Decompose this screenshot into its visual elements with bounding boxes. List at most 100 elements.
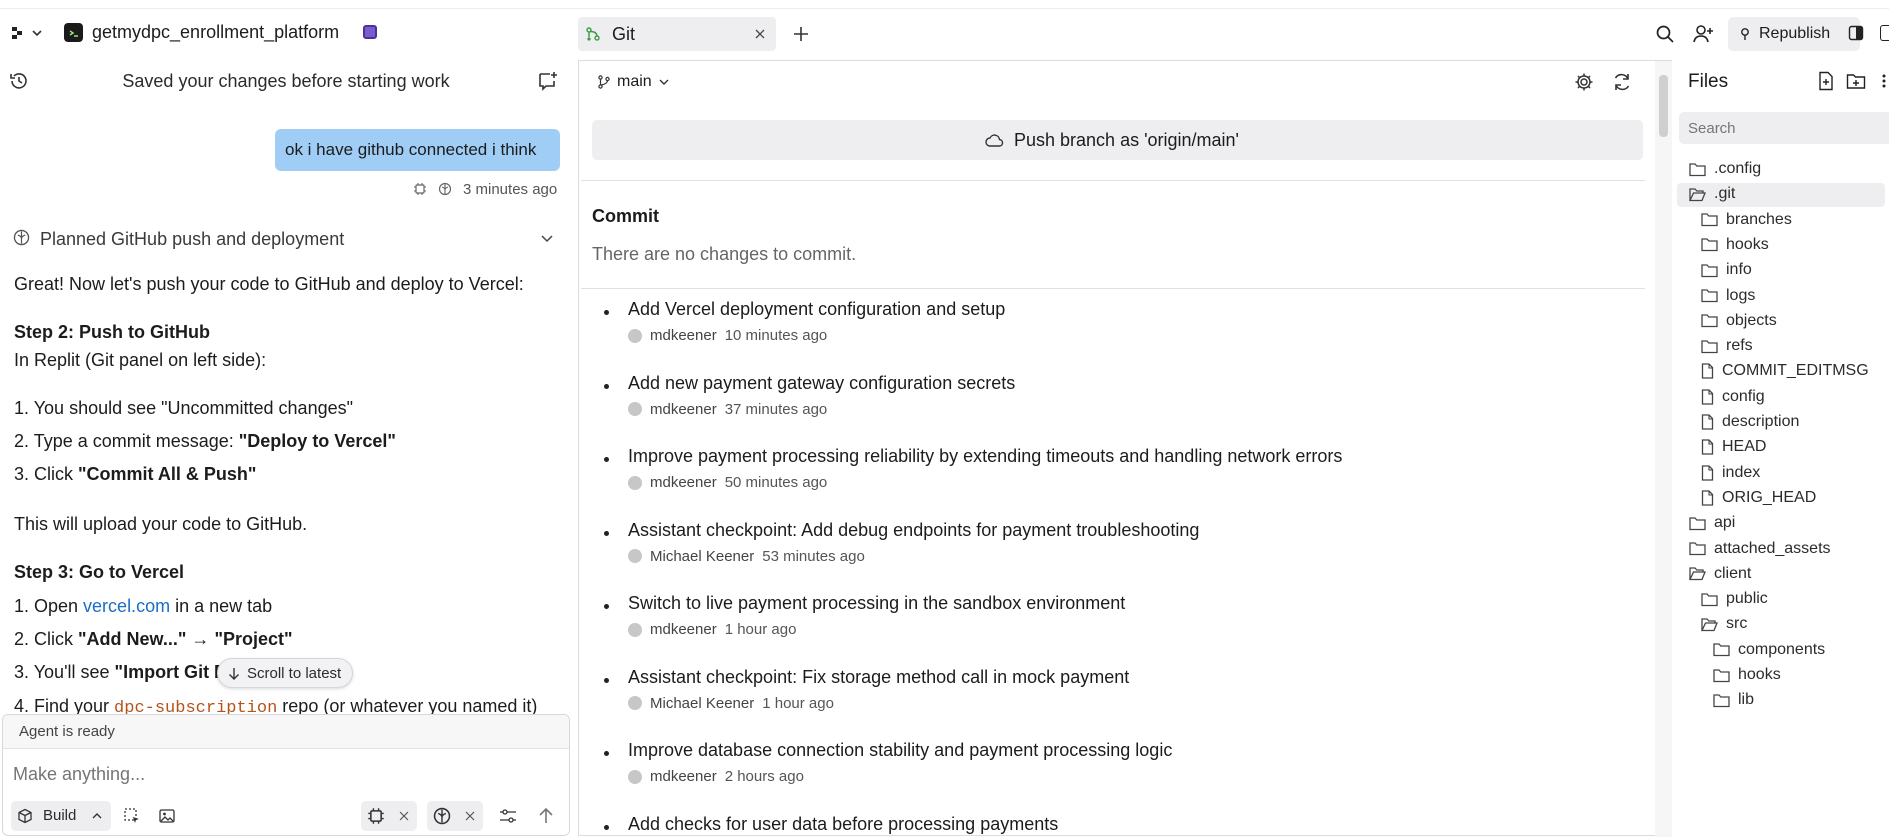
republish-button[interactable]: Republish bbox=[1728, 17, 1860, 51]
commit-title[interactable]: Add Vercel deployment configuration and … bbox=[628, 299, 1005, 320]
push-branch-button[interactable]: Push branch as 'origin/main' bbox=[592, 120, 1643, 160]
republish-label: Republish bbox=[1759, 25, 1831, 42]
branch-name: main bbox=[617, 73, 652, 90]
folder-open-icon bbox=[1689, 187, 1706, 202]
file-tree-item[interactable]: description bbox=[1701, 413, 1799, 431]
file-tree-item[interactable]: info bbox=[1701, 261, 1752, 279]
tab-git-label: Git bbox=[612, 24, 636, 44]
commit-title[interactable]: Add new payment gateway configuration se… bbox=[628, 373, 1015, 394]
step3-item-2: 2. Click "Add New..." → "Project" bbox=[14, 629, 293, 650]
gear-icon[interactable] bbox=[1572, 70, 1596, 94]
chip-model[interactable] bbox=[361, 801, 417, 831]
file-tree-item[interactable]: .config bbox=[1689, 160, 1761, 178]
step3-item-1-text: 1. Open bbox=[14, 596, 84, 616]
file-tree-item[interactable]: api bbox=[1689, 514, 1735, 532]
chevron-down-icon[interactable] bbox=[538, 232, 556, 246]
avatar bbox=[628, 402, 642, 416]
folder-open-icon bbox=[1701, 617, 1718, 632]
chat-input[interactable] bbox=[13, 759, 553, 789]
folder-icon bbox=[1701, 263, 1718, 278]
folder-icon bbox=[1701, 339, 1718, 354]
file-tree-item[interactable]: attached_assets bbox=[1689, 540, 1831, 558]
plan-title[interactable]: Planned GitHub push and deployment bbox=[40, 229, 344, 250]
scrollbar-track[interactable] bbox=[1655, 61, 1672, 837]
file-tree-item[interactable]: branches bbox=[1701, 211, 1792, 229]
step2-subtitle: In Replit (Git panel on left side): bbox=[14, 350, 267, 370]
close-tab-icon[interactable] bbox=[752, 26, 768, 42]
folder-icon bbox=[1701, 212, 1718, 227]
file-tree-item[interactable]: ORIG_HEAD bbox=[1701, 489, 1816, 507]
file-icon bbox=[1701, 490, 1714, 506]
file-tree-item[interactable]: index bbox=[1701, 464, 1760, 482]
branch-selector[interactable]: main bbox=[597, 71, 670, 93]
commit-title[interactable]: Assistant checkpoint: Add debug endpoint… bbox=[628, 520, 1199, 541]
file-tree-item[interactable]: refs bbox=[1701, 337, 1753, 355]
replit-menu-icon[interactable] bbox=[10, 23, 44, 43]
refresh-icon[interactable] bbox=[1610, 70, 1634, 94]
commit-meta: mdkeener 37 minutes ago bbox=[628, 401, 827, 418]
file-tree-item[interactable]: logs bbox=[1701, 287, 1755, 305]
scroll-to-latest-button[interactable]: Scroll to latest bbox=[217, 658, 353, 688]
file-tree-item[interactable]: .git bbox=[1689, 185, 1735, 203]
file-tree-item[interactable]: HEAD bbox=[1701, 438, 1766, 456]
commit-meta: mdkeener 10 minutes ago bbox=[628, 327, 827, 344]
new-file-icon[interactable] bbox=[1815, 70, 1837, 92]
file-tree-item[interactable]: client bbox=[1689, 565, 1751, 583]
file-tree-item[interactable]: public bbox=[1701, 590, 1768, 608]
commit-meta: Michael Keener 1 hour ago bbox=[628, 695, 834, 712]
checkpoint-icon[interactable] bbox=[412, 181, 428, 197]
close-icon[interactable] bbox=[465, 811, 475, 821]
commit-time: 1 hour ago bbox=[762, 694, 834, 712]
new-folder-icon[interactable] bbox=[1844, 70, 1868, 92]
file-tree-item[interactable]: components bbox=[1713, 641, 1825, 659]
agent-status-text: Agent is ready bbox=[19, 723, 115, 740]
file-tree-item[interactable]: lib bbox=[1713, 691, 1754, 709]
scrollbar-thumb[interactable] bbox=[1659, 75, 1668, 137]
settings-sliders-icon[interactable] bbox=[497, 805, 519, 827]
commit-title[interactable]: Add checks for user data before processi… bbox=[628, 814, 1058, 835]
commit-meta: mdkeener 1 hour ago bbox=[628, 621, 796, 638]
image-upload-icon[interactable] bbox=[156, 805, 178, 827]
chevron-up-icon bbox=[91, 811, 103, 821]
file-tree-label: refs bbox=[1726, 337, 1753, 355]
panel-edge-icon[interactable] bbox=[1880, 25, 1889, 41]
vercel-link[interactable]: vercel.com bbox=[83, 596, 170, 616]
new-tab-icon[interactable] bbox=[790, 23, 812, 45]
chip-thinking[interactable] bbox=[427, 801, 483, 831]
commit-time: 10 minutes ago bbox=[724, 327, 828, 344]
file-tree-item[interactable]: objects bbox=[1701, 312, 1777, 330]
commit-author: Michael Keener bbox=[650, 694, 755, 712]
tab-git[interactable]: Git bbox=[578, 17, 776, 51]
file-tree-item[interactable]: hooks bbox=[1713, 666, 1781, 684]
select-element-icon[interactable] bbox=[121, 805, 143, 827]
folder-icon bbox=[1713, 668, 1730, 683]
file-tree-label: api bbox=[1714, 514, 1736, 532]
commit-title[interactable]: Assistant checkpoint: Fix storage method… bbox=[628, 667, 1129, 688]
commit-title[interactable]: Improve database connection stability an… bbox=[628, 740, 1172, 761]
project-name[interactable]: getmydpc_enrollment_platform bbox=[92, 22, 339, 43]
file-tree-item[interactable]: COMMIT_EDITMSG bbox=[1701, 362, 1869, 380]
step3-item-4: 4. Find your dpc-subscription repo (or w… bbox=[14, 696, 537, 716]
build-mode-button[interactable]: Build bbox=[11, 801, 111, 831]
search-icon[interactable] bbox=[1654, 23, 1676, 45]
commit-time: 50 minutes ago bbox=[724, 474, 828, 491]
more-vertical-icon[interactable] bbox=[1879, 70, 1889, 92]
commit-title[interactable]: Improve payment processing reliability b… bbox=[628, 446, 1342, 467]
cpu-icon bbox=[367, 807, 385, 825]
file-search-input[interactable] bbox=[1679, 112, 1889, 144]
file-tree-item[interactable]: config bbox=[1701, 388, 1765, 406]
step3-title: Step 3: Go to Vercel bbox=[14, 562, 185, 582]
user-message-bubble: ok i have github connected i think bbox=[275, 129, 560, 171]
new-chat-icon[interactable] bbox=[536, 70, 560, 92]
avatar bbox=[628, 475, 642, 490]
file-tree-item[interactable]: hooks bbox=[1701, 236, 1769, 254]
close-icon[interactable] bbox=[399, 811, 409, 821]
avatar bbox=[628, 696, 642, 710]
brain-icon[interactable] bbox=[437, 181, 453, 197]
file-tree-item[interactable]: src bbox=[1701, 615, 1747, 633]
invite-user-icon[interactable] bbox=[1692, 23, 1716, 45]
send-arrow-icon[interactable] bbox=[535, 805, 557, 827]
commit-title[interactable]: Switch to live payment processing in the… bbox=[628, 593, 1125, 614]
layout-icon[interactable] bbox=[1846, 23, 1866, 43]
commit-bullet bbox=[604, 751, 609, 756]
